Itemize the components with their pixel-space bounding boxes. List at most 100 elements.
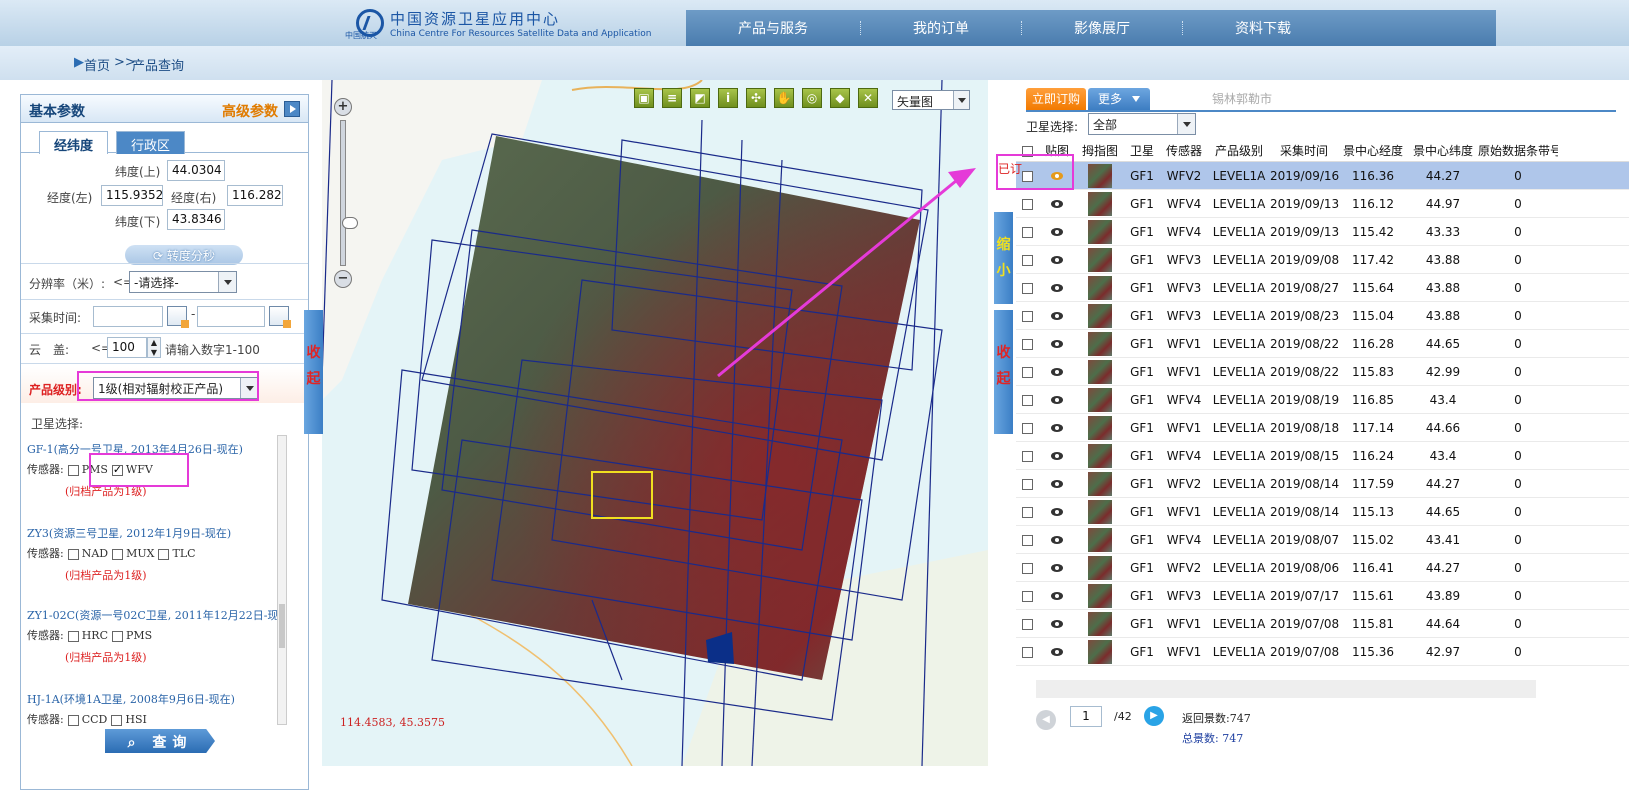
col-level[interactable]: 产品级别 [1208, 142, 1270, 159]
table-row[interactable]: GF1 WFV2 LEVEL1A 2019/08/06 116.41 44.27 0 [1016, 554, 1629, 582]
nav-products[interactable]: 产品与服务 [686, 18, 860, 38]
site-logo[interactable]: 中国资源卫星应用中心 China Centre For Resources Sa… [356, 4, 651, 42]
search-button[interactable]: ⌕ 查询 [105, 729, 215, 753]
draw-rect-icon[interactable]: ◩ [690, 88, 710, 108]
checkbox[interactable] [67, 714, 79, 726]
scene-thumbnail[interactable] [1088, 163, 1112, 188]
collapse-right-tab[interactable]: 收起 [994, 310, 1013, 434]
page-input[interactable]: 1 [1070, 706, 1102, 727]
target-icon[interactable]: ◎ [802, 88, 822, 108]
cloud-input[interactable]: 100 [107, 337, 147, 358]
scene-thumbnail[interactable] [1088, 247, 1112, 272]
scene-thumbnail[interactable] [1088, 611, 1112, 636]
eye-icon[interactable] [1051, 367, 1063, 376]
row-checkbox[interactable] [1022, 338, 1033, 350]
nav-downloads[interactable]: 资料下载 [1183, 18, 1343, 38]
horizontal-scrollbar[interactable] [1036, 680, 1536, 698]
eye-icon[interactable] [1051, 227, 1063, 236]
calendar-icon[interactable] [167, 306, 189, 328]
row-checkbox[interactable] [1022, 366, 1033, 378]
map-canvas[interactable] [322, 80, 988, 766]
tab-admin-region[interactable]: 行政区 [116, 131, 186, 154]
scene-thumbnail[interactable] [1088, 219, 1112, 244]
sat-filter-select[interactable]: 全部 [1088, 113, 1196, 135]
measure-icon[interactable]: ≡ [662, 88, 682, 108]
col-strip[interactable]: 原始数据条带号 [1478, 142, 1558, 159]
checkbox[interactable] [67, 630, 79, 642]
scene-thumbnail[interactable] [1088, 499, 1112, 524]
table-row[interactable]: GF1 WFV4 LEVEL1A 2019/09/13 115.42 43.33 0 [1016, 218, 1629, 246]
eye-icon[interactable] [1051, 507, 1063, 516]
eye-icon[interactable] [1051, 311, 1063, 320]
checkbox[interactable] [158, 548, 170, 560]
table-row[interactable]: GF1 WFV1 LEVEL1A 2019/07/08 115.81 44.64 0 [1016, 610, 1629, 638]
eye-icon[interactable] [1051, 647, 1063, 656]
table-row[interactable]: GF1 WFV3 LEVEL1A 2019/08/23 115.04 43.88 0 [1016, 302, 1629, 330]
maptype-select[interactable]: 矢量图 [892, 90, 970, 110]
advanced-params-link[interactable]: 高级参数 [222, 101, 278, 121]
fullextent-icon[interactable]: ✣ [746, 88, 766, 108]
table-row[interactable]: GF1 WFV1 LEVEL1A 2019/08/14 115.13 44.65 0 [1016, 498, 1629, 526]
checkbox[interactable] [67, 464, 79, 476]
calendar-icon[interactable] [269, 306, 291, 328]
hand-icon[interactable]: ✋ [774, 88, 794, 108]
eye-icon[interactable] [1051, 619, 1063, 628]
table-row[interactable]: GF1 WFV1 LEVEL1A 2019/08/22 116.28 44.65 0 [1016, 330, 1629, 358]
table-row[interactable]: GF1 WFV2 LEVEL1A 2019/08/14 117.59 44.27 0 [1016, 470, 1629, 498]
table-row[interactable]: GF1 WFV3 LEVEL1A 2019/08/27 115.64 43.88 0 [1016, 274, 1629, 302]
nav-orders[interactable]: 我的订单 [861, 18, 1021, 38]
eye-icon[interactable] [1051, 563, 1063, 572]
table-row[interactable]: GF1 WFV1 LEVEL1A 2019/08/22 115.83 42.99 0 [1016, 358, 1629, 386]
zoom-slider[interactable] [340, 120, 358, 266]
map-view[interactable]: + − ▣ ≡ ◩ i ✣ ✋ ◎ ◆ ✕ 矢量图 114.4583, 45.3… [322, 80, 988, 766]
row-checkbox[interactable] [1022, 534, 1033, 546]
eye-icon[interactable] [1051, 283, 1063, 292]
eye-icon[interactable] [1051, 199, 1063, 208]
table-row[interactable]: GF1 WFV1 LEVEL1A 2019/08/18 117.14 44.66 0 [1016, 414, 1629, 442]
checkbox[interactable] [111, 714, 123, 726]
checkbox[interactable] [112, 548, 124, 560]
table-row[interactable]: GF1 WFV3 LEVEL1A 2019/07/17 115.61 43.89 0 [1016, 582, 1629, 610]
table-row[interactable]: GF1 WFV4 LEVEL1A 2019/09/13 116.12 44.97 0 [1016, 190, 1629, 218]
row-checkbox[interactable] [1022, 618, 1033, 630]
scene-thumbnail[interactable] [1088, 583, 1112, 608]
scene-thumbnail[interactable] [1088, 443, 1112, 468]
more-menu-button[interactable]: 更多 [1088, 88, 1150, 110]
pan-icon[interactable]: ▣ [634, 88, 654, 108]
clear-icon[interactable]: ✕ [858, 88, 878, 108]
start-date-input[interactable] [93, 306, 163, 327]
scene-thumbnail[interactable] [1088, 387, 1112, 412]
table-row[interactable]: GF1 WFV2 LEVEL1A 2019/09/16 116.36 44.27 0 [1016, 162, 1629, 190]
lat-top-input[interactable]: 44.0304 [167, 160, 225, 181]
row-checkbox[interactable] [1022, 254, 1033, 266]
lat-bottom-input[interactable]: 43.8346 [167, 209, 225, 230]
table-row[interactable]: GF1 WFV4 LEVEL1A 2019/08/07 115.02 43.41 0 [1016, 526, 1629, 554]
cloud-stepper[interactable]: ▲ ▼ [147, 337, 161, 358]
collapse-left-tab[interactable]: 收起 [304, 310, 323, 434]
nav-gallery[interactable]: 影像展厅 [1022, 18, 1182, 38]
scrollbar-thumb[interactable] [279, 604, 285, 648]
scene-thumbnail[interactable] [1088, 639, 1112, 664]
scene-thumbnail[interactable] [1088, 527, 1112, 552]
scene-thumbnail[interactable] [1088, 359, 1112, 384]
eraser-icon[interactable]: ◆ [830, 88, 850, 108]
scene-thumbnail[interactable] [1088, 331, 1112, 356]
row-checkbox[interactable] [1022, 394, 1033, 406]
scene-thumbnail[interactable] [1088, 275, 1112, 300]
scene-thumbnail[interactable] [1088, 415, 1112, 440]
lon-left-input[interactable]: 115.9352 [101, 185, 163, 206]
table-row[interactable]: GF1 WFV1 LEVEL1A 2019/07/08 115.36 42.97 0 [1016, 638, 1629, 666]
eye-icon[interactable] [1051, 423, 1063, 432]
row-checkbox[interactable] [1022, 282, 1033, 294]
row-checkbox[interactable] [1022, 450, 1033, 462]
expand-arrow-icon[interactable] [284, 101, 300, 117]
eye-icon[interactable] [1051, 339, 1063, 348]
checkbox[interactable] [112, 630, 124, 642]
row-checkbox[interactable] [1022, 198, 1033, 210]
col-lon[interactable]: 景中心经度 [1338, 142, 1408, 159]
row-checkbox[interactable] [1022, 562, 1033, 574]
row-checkbox[interactable] [1022, 226, 1033, 238]
eye-icon[interactable] [1051, 395, 1063, 404]
prev-page-icon[interactable]: ◀ [1036, 710, 1056, 730]
row-checkbox[interactable] [1022, 310, 1033, 322]
